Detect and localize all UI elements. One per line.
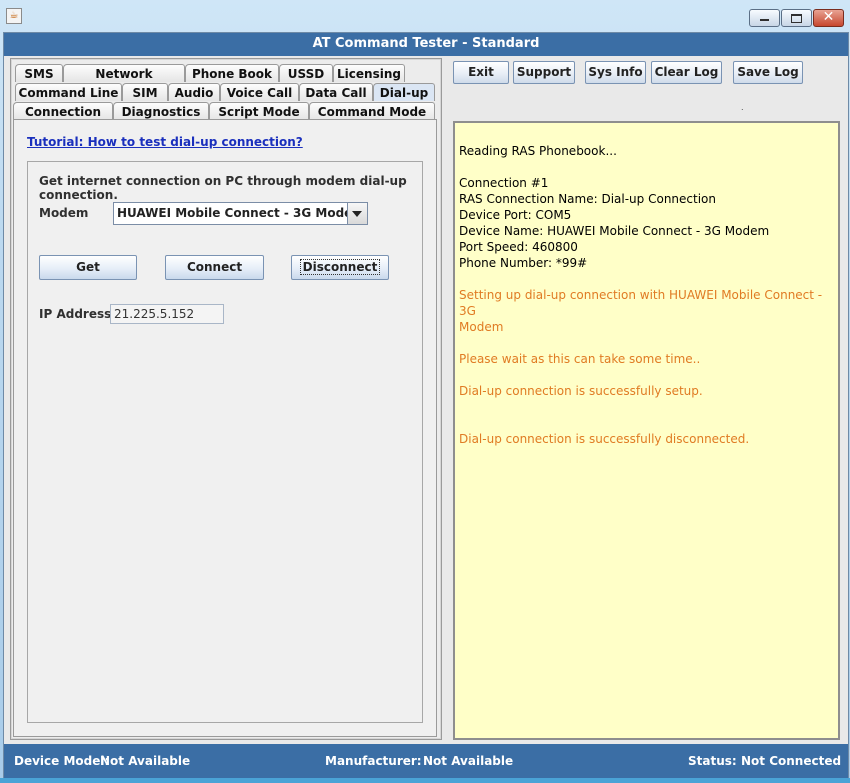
support-button[interactable]: Support [513, 61, 575, 84]
tab-voice-call[interactable]: Voice Call [220, 83, 299, 101]
taskbar-edge [0, 778, 850, 783]
clear-log-button[interactable]: Clear Log [651, 61, 722, 84]
log-line: Modem [459, 320, 504, 334]
log-line: Reading RAS Phonebook... [459, 144, 617, 158]
close-icon: ✕ [822, 9, 835, 25]
tab-audio[interactable]: Audio [168, 83, 220, 101]
modem-label: Modem [39, 206, 89, 220]
app-title: AT Command Tester - Standard [4, 33, 848, 56]
tab-command-mode[interactable]: Command Mode [309, 102, 435, 120]
ip-address-field[interactable]: 21.225.5.152 [110, 304, 224, 324]
dialup-description: Get internet connection on PC through mo… [39, 174, 407, 202]
tab-sim[interactable]: SIM [122, 83, 168, 101]
tab-connection[interactable]: Connection [13, 102, 113, 120]
dialup-group-box: Get internet connection on PC through mo… [27, 161, 423, 723]
sys-info-button[interactable]: Sys Info [585, 61, 646, 84]
device-model-label: Device Model: [14, 754, 110, 768]
tab-network-selection[interactable]: Network Selection [63, 64, 185, 99]
tab-data-call[interactable]: Data Call [299, 83, 373, 101]
log-dot: . [741, 103, 744, 112]
status-value: Not Connected [741, 754, 842, 768]
close-button[interactable]: ✕ [813, 9, 844, 27]
disconnect-button-label: Disconnect [299, 259, 381, 275]
maximize-icon [791, 14, 802, 23]
minimize-icon [760, 19, 769, 21]
log-line: Connection #1 [459, 176, 549, 190]
log-line: Device Name: HUAWEI Mobile Connect - 3G … [459, 224, 770, 238]
tab-diagnostics[interactable]: Diagnostics [113, 102, 209, 120]
tab-command-line[interactable]: Command Line [15, 83, 122, 101]
modem-dropdown[interactable]: HUAWEI Mobile Connect - 3G Modem [113, 202, 368, 225]
connect-button-label: Connect [186, 260, 243, 274]
log-line: Phone Number: *99# [459, 256, 588, 270]
tab-dial-up[interactable]: Dial-up [373, 83, 435, 101]
status-bar: Device Model: Not Available Manufacturer… [4, 744, 848, 779]
log-output[interactable]: Reading RAS Phonebook... Connection #1 RAS… [453, 121, 840, 740]
left-panel: SMS Network Selection Phone Book USSD Li… [10, 58, 442, 740]
log-line: Dial-up connection is successfully setup… [459, 384, 703, 398]
app-window: AT Command Tester - Standard SMS Network… [3, 32, 849, 780]
java-coffee-icon[interactable]: ☕ [6, 8, 22, 24]
tab-sms[interactable]: SMS [15, 64, 63, 82]
log-line: Please wait as this can take some time.. [459, 352, 701, 366]
status-label: Status: [688, 754, 737, 768]
log-line: Dial-up connection is successfully disco… [459, 432, 750, 446]
save-log-button[interactable]: Save Log [733, 61, 803, 84]
tab-ussd[interactable]: USSD [279, 64, 333, 82]
log-line: Port Speed: 460800 [459, 240, 578, 254]
window-frame: ☕ ✕ AT Command Tester - Standard SMS Net… [0, 0, 850, 783]
chevron-down-icon[interactable] [347, 203, 367, 224]
tab-licensing[interactable]: Licensing [333, 64, 405, 82]
log-line: Setting up dial-up connection with HUAWE… [459, 288, 826, 318]
log-line: RAS Connection Name: Dial-up Connection [459, 192, 716, 206]
connect-button[interactable]: Connect [165, 255, 264, 280]
exit-button[interactable]: Exit [453, 61, 509, 84]
disconnect-button[interactable]: Disconnect [291, 255, 389, 280]
tab-phone-book[interactable]: Phone Book [185, 64, 279, 82]
manufacturer-value: Not Available [423, 754, 514, 768]
minimize-button[interactable] [749, 9, 780, 27]
title-bar[interactable]: ☕ ✕ [0, 0, 850, 32]
log-line: Device Port: COM5 [459, 208, 572, 222]
get-button-label: Get [76, 260, 100, 274]
ip-address-label: IP Address [39, 307, 112, 321]
maximize-button[interactable] [781, 9, 812, 27]
dialup-tab-content: Tutorial: How to test dial-up connection… [13, 119, 437, 737]
get-button[interactable]: Get [39, 255, 137, 280]
device-model-value: Not Available [100, 754, 191, 768]
tutorial-link[interactable]: Tutorial: How to test dial-up connection… [27, 135, 303, 149]
manufacturer-label: Manufacturer: [325, 754, 422, 768]
tab-script-mode[interactable]: Script Mode [209, 102, 309, 120]
modem-selected-value: HUAWEI Mobile Connect - 3G Modem [117, 206, 365, 220]
